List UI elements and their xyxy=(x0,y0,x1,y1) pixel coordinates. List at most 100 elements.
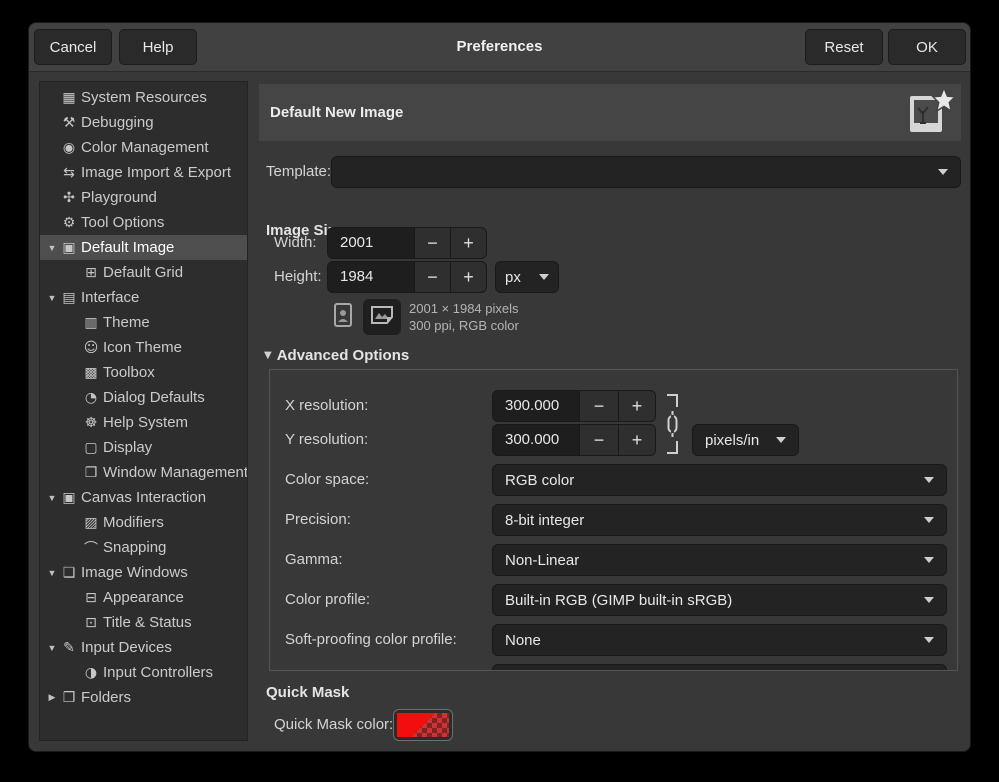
sidebar-item-theme[interactable]: ▥Theme xyxy=(40,310,247,335)
input-devices-icon: ✎ xyxy=(60,640,78,656)
sidebar-item-label: Input Controllers xyxy=(103,664,213,681)
size-unit-value: px xyxy=(505,269,539,286)
sidebar-item-input-controllers[interactable]: ◑Input Controllers xyxy=(40,660,247,685)
template-dropdown[interactable] xyxy=(331,156,961,188)
sidebar-item-toolbox[interactable]: ▩Toolbox xyxy=(40,360,247,385)
expander-open-icon[interactable]: ▼ xyxy=(44,643,60,653)
sidebar-item-playground[interactable]: ✣Playground xyxy=(40,185,247,210)
sidebar-item-snapping[interactable]: ⌒Snapping xyxy=(40,535,247,560)
icon-theme-icon: ☺ xyxy=(82,340,100,356)
image-windows-icon: ❏ xyxy=(60,565,78,581)
resolution-unit-value: pixels/in xyxy=(705,432,776,449)
sidebar-item-input-devices[interactable]: ▼✎Input Devices xyxy=(40,635,247,660)
sidebar-item-label: Default Grid xyxy=(103,264,183,281)
gamma-dropdown[interactable]: Non-Linear xyxy=(492,544,947,576)
x-resolution-label: X resolution: xyxy=(285,390,368,422)
landscape-orientation-button[interactable] xyxy=(363,299,401,335)
sidebar-item-image-windows[interactable]: ▼❏Image Windows xyxy=(40,560,247,585)
y-resolution-input[interactable]: 300.000 xyxy=(492,424,580,456)
height-increment-button[interactable]: + xyxy=(450,261,487,293)
sidebar-item-default-grid[interactable]: ⊞Default Grid xyxy=(40,260,247,285)
width-increment-button[interactable]: + xyxy=(450,227,487,259)
screen: Preferences Cancel Help Reset OK ▦System… xyxy=(0,0,999,782)
theme-icon: ▥ xyxy=(82,315,100,331)
advanced-options-heading: Advanced Options xyxy=(277,347,410,364)
sidebar-item-appearance[interactable]: ⊟Appearance xyxy=(40,585,247,610)
width-input[interactable]: 2001 xyxy=(327,227,415,259)
portrait-orientation-button[interactable] xyxy=(327,299,359,335)
sidebar-item-label: Display xyxy=(103,439,152,456)
chevron-down-icon xyxy=(539,274,549,280)
sidebar-item-label: Playground xyxy=(81,189,157,206)
quick-mask-color-button[interactable] xyxy=(393,709,453,741)
color-profile-dropdown[interactable]: Built-in RGB (GIMP built-in sRGB) xyxy=(492,584,947,616)
sidebar-item-window-management[interactable]: ❐Window Management xyxy=(40,460,247,485)
title-status-icon: ⊡ xyxy=(82,615,100,631)
size-unit-dropdown[interactable]: px xyxy=(495,261,559,293)
x-resolution-decrement-button[interactable]: − xyxy=(580,390,618,422)
sidebar-item-debugging[interactable]: ⚒Debugging xyxy=(40,110,247,135)
soft-proofing-color-profile-value: None xyxy=(505,632,924,649)
folders-icon: ❒ xyxy=(60,690,78,706)
color-management-icon: ◉ xyxy=(60,140,78,156)
expander-open-icon[interactable]: ▼ xyxy=(44,493,60,503)
cancel-button[interactable]: Cancel xyxy=(34,29,112,65)
window-management-icon: ❐ xyxy=(82,465,100,481)
sidebar-item-label: Help System xyxy=(103,414,188,431)
sidebar-item-label: Appearance xyxy=(103,589,184,606)
chevron-down-icon xyxy=(924,517,934,523)
sidebar-item-display[interactable]: ▢Display xyxy=(40,435,247,460)
chevron-down-icon xyxy=(938,169,948,175)
precision-dropdown[interactable]: 8-bit integer xyxy=(492,504,947,536)
x-resolution-increment-button[interactable]: + xyxy=(618,390,656,422)
chevron-down-icon xyxy=(924,597,934,603)
resolution-unit-dropdown[interactable]: pixels/in xyxy=(692,424,799,456)
expander-open-icon[interactable]: ▼ xyxy=(44,243,60,253)
x-resolution-input[interactable]: 300.000 xyxy=(492,390,580,422)
height-input[interactable]: 1984 xyxy=(327,261,415,293)
expander-open-icon[interactable]: ▼ xyxy=(44,568,60,578)
sidebar-item-icon-theme[interactable]: ☺Icon Theme xyxy=(40,335,247,360)
sidebar-item-interface[interactable]: ▼▤Interface xyxy=(40,285,247,310)
interface-icon: ▤ xyxy=(60,290,78,306)
color-space-dropdown[interactable]: RGB color xyxy=(492,464,947,496)
dialog-defaults-icon: ◔ xyxy=(82,390,100,406)
height-decrement-button[interactable]: − xyxy=(415,261,450,293)
sidebar-item-label: Title & Status xyxy=(103,614,192,631)
resolution-chain-link-toggle[interactable] xyxy=(664,392,682,461)
sidebar-item-label: Theme xyxy=(103,314,150,331)
sidebar-item-dialog-defaults[interactable]: ◔Dialog Defaults xyxy=(40,385,247,410)
advanced-options-expander[interactable]: ▼ Advanced Options xyxy=(264,347,409,364)
precision-value: 8-bit integer xyxy=(505,512,924,529)
sidebar-item-tool-options[interactable]: ⚙Tool Options xyxy=(40,210,247,235)
reset-button[interactable]: Reset xyxy=(805,29,883,65)
clipped-dropdown[interactable] xyxy=(492,664,947,671)
y-resolution-decrement-button[interactable]: − xyxy=(580,424,618,456)
ok-button[interactable]: OK xyxy=(888,29,966,65)
page-banner: Default New Image xyxy=(259,84,961,141)
gamma-value: Non-Linear xyxy=(505,552,924,569)
sidebar-item-color-management[interactable]: ◉Color Management xyxy=(40,135,247,160)
quick-mask-color-label: Quick Mask color: xyxy=(274,709,393,741)
preferences-dialog: Preferences Cancel Help Reset OK ▦System… xyxy=(28,22,971,752)
width-decrement-button[interactable]: − xyxy=(415,227,450,259)
size-summary-resolution: 300 ppi, RGB color xyxy=(409,317,519,334)
sidebar-item-title-status[interactable]: ⊡Title & Status xyxy=(40,610,247,635)
expander-open-icon[interactable]: ▼ xyxy=(44,293,60,303)
y-resolution-increment-button[interactable]: + xyxy=(618,424,656,456)
sidebar-item-folders[interactable]: ▶❒Folders xyxy=(40,685,247,710)
sidebar-item-default-image[interactable]: ▼▣Default Image xyxy=(40,235,247,260)
soft-proofing-color-profile-dropdown[interactable]: None xyxy=(492,624,947,656)
help-button[interactable]: Help xyxy=(119,29,197,65)
sidebar-item-modifiers[interactable]: ▨Modifiers xyxy=(40,510,247,535)
sidebar-item-canvas-interaction[interactable]: ▼▣Canvas Interaction xyxy=(40,485,247,510)
sidebar-item-help-system[interactable]: ☸Help System xyxy=(40,410,247,435)
system-resources-icon: ▦ xyxy=(60,90,78,106)
landscape-orientation-icon xyxy=(370,306,394,329)
height-label: Height: xyxy=(274,261,322,293)
size-summary: 2001 × 1984 pixels 300 ppi, RGB color xyxy=(409,300,519,334)
precision-label: Precision: xyxy=(285,504,351,536)
sidebar-item-image-import-export[interactable]: ⇆Image Import & Export xyxy=(40,160,247,185)
sidebar-item-system-resources[interactable]: ▦System Resources xyxy=(40,85,247,110)
expander-closed-icon[interactable]: ▶ xyxy=(44,692,60,703)
